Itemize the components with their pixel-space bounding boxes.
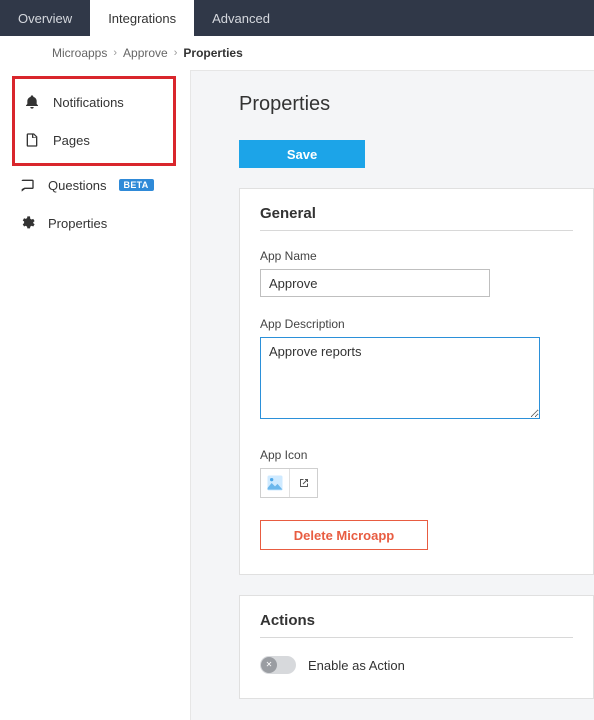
app-desc-label: App Description [260,317,573,331]
panel-general: General App Name App Description App Ico… [239,188,594,575]
tab-integrations[interactable]: Integrations [90,0,194,36]
save-button[interactable]: Save [239,140,365,168]
tab-advanced[interactable]: Advanced [194,0,288,36]
tab-overview[interactable]: Overview [0,0,90,36]
top-tabs: Overview Integrations Advanced [0,0,594,36]
bell-icon [23,93,41,111]
chevron-right-icon: › [113,47,117,59]
toggle-off-icon [261,657,277,673]
general-heading: General [260,205,573,231]
chat-icon [18,176,36,194]
sidebar-item-label: Notifications [53,95,124,110]
sidebar-item-questions[interactable]: Questions BETA [12,166,190,204]
app-name-label: App Name [260,249,573,263]
delete-microapp-button[interactable]: Delete Microapp [260,520,428,550]
app-icon-picker[interactable] [260,468,318,498]
sidebar-item-notifications[interactable]: Notifications [17,83,171,121]
sidebar-item-label: Properties [48,216,107,231]
enable-action-label: Enable as Action [308,658,405,673]
sidebar: Notifications Pages Questions BETA Prope… [0,70,190,720]
change-icon-button[interactable] [289,469,317,497]
beta-badge: BETA [119,179,154,191]
actions-heading: Actions [260,612,573,638]
page-title: Properties [239,93,594,116]
crumb-microapps[interactable]: Microapps [52,46,107,60]
annotation-highlight: Notifications Pages [12,76,176,166]
app-name-input[interactable] [260,269,490,297]
app-desc-textarea[interactable] [260,337,540,419]
enable-action-toggle[interactable] [260,656,296,674]
app-icon-preview [261,469,289,497]
main-content: Properties Save General App Name App Des… [190,70,594,720]
sidebar-item-label: Pages [53,133,90,148]
pages-icon [23,131,41,149]
gear-icon [18,214,36,232]
sidebar-item-pages[interactable]: Pages [17,121,171,159]
breadcrumb: Microapps › Approve › Properties [0,36,594,70]
app-icon-label: App Icon [260,448,573,462]
sidebar-item-properties[interactable]: Properties [12,204,190,242]
crumb-current: Properties [183,46,242,60]
crumb-approve[interactable]: Approve [123,46,168,60]
sidebar-item-label: Questions [48,178,107,193]
panel-actions: Actions Enable as Action [239,595,594,699]
chevron-right-icon: › [174,47,178,59]
